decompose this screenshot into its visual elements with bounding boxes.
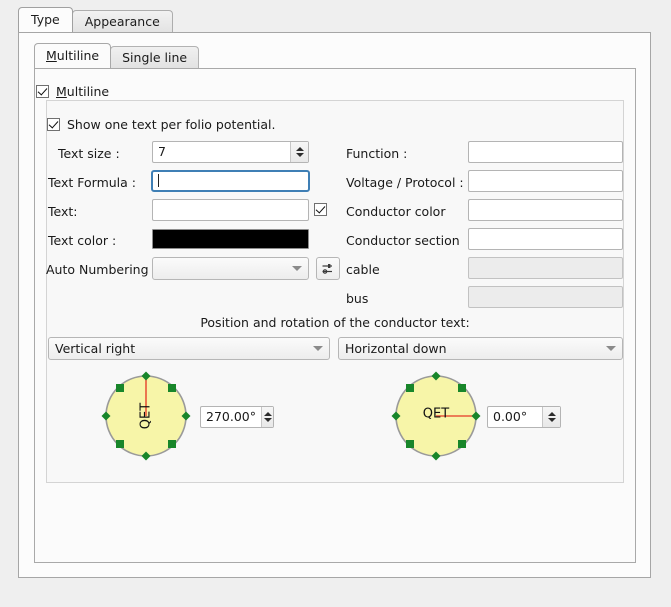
chevron-up-icon[interactable] <box>295 147 304 151</box>
position-section-title: Position and rotation of the conductor t… <box>200 315 470 330</box>
handle-se-square[interactable] <box>458 440 466 448</box>
multiline-checkbox-label: Multiline <box>56 84 110 99</box>
tab-single-line[interactable]: Single line <box>110 46 200 68</box>
conductor-section-input[interactable] <box>468 228 623 250</box>
tab-single-line-label: Single line <box>122 50 188 65</box>
right-position-value: Horizontal down <box>345 341 447 356</box>
right-rotation-preview-text: QET <box>423 407 449 422</box>
chevron-down-icon[interactable] <box>606 346 616 351</box>
handle-ne-square[interactable] <box>458 384 466 392</box>
text-label: Text: <box>48 204 78 219</box>
auto-numbering-label: Auto Numbering <box>46 262 149 277</box>
function-label: Function : <box>346 146 408 161</box>
handle-sw-square[interactable] <box>116 440 124 448</box>
text-size-spin-buttons[interactable] <box>290 142 308 162</box>
tab-multiline-mnemonic: M <box>46 48 57 63</box>
left-rotation-preview-text: QET <box>139 403 154 429</box>
left-rotation-dial[interactable]: QET <box>100 370 192 462</box>
right-rotation-preview[interactable]: QET <box>390 370 482 462</box>
folio-checkbox-row[interactable]: Show one text per folio potential. <box>47 117 276 132</box>
left-rotation-preview[interactable]: QET <box>100 370 192 462</box>
conductor-section-label: Conductor section <box>346 233 460 248</box>
handle-sw-square[interactable] <box>406 440 414 448</box>
text-color-swatch[interactable] <box>152 229 309 249</box>
right-rotation-value[interactable]: 0.00° <box>488 407 542 427</box>
tab-multiline[interactable]: Multiline <box>34 43 112 68</box>
text-color-label: Text color : <box>48 233 117 248</box>
right-rotation-spin-buttons[interactable] <box>542 407 560 427</box>
chevron-down-icon[interactable] <box>295 153 304 157</box>
tab-type-label: Type <box>31 12 60 27</box>
left-rotation-spinbox[interactable]: 270.00° <box>200 406 274 428</box>
voltage-protocol-label: Voltage / Protocol : <box>346 175 464 190</box>
outer-tab-bar: Type Appearance <box>18 7 173 32</box>
text-size-value[interactable]: 7 <box>153 142 290 162</box>
cable-label: cable <box>346 262 380 277</box>
left-position-combobox[interactable]: Vertical right <box>48 337 330 360</box>
auto-numbering-combobox[interactable] <box>152 257 309 280</box>
tab-appearance[interactable]: Appearance <box>71 10 173 32</box>
left-position-value: Vertical right <box>55 341 136 356</box>
tab-type[interactable]: Type <box>18 7 73 32</box>
chevron-down-icon[interactable] <box>313 346 323 351</box>
text-formula-label: Text Formula : <box>48 175 136 190</box>
inner-tab-bar: Multiline Single line <box>34 43 200 68</box>
text-cursor-icon <box>158 174 159 187</box>
text-enabled-checkbox[interactable] <box>314 203 327 216</box>
text-size-spinbox[interactable]: 7 <box>152 141 309 163</box>
chevron-up-icon[interactable] <box>263 412 272 416</box>
text-formula-input[interactable] <box>151 170 310 192</box>
right-rotation-spinbox[interactable]: 0.00° <box>487 406 561 428</box>
chevron-down-icon[interactable] <box>547 418 556 422</box>
chevron-down-icon[interactable] <box>292 266 302 271</box>
conductor-color-input[interactable] <box>468 199 623 221</box>
conductor-color-label: Conductor color <box>346 204 446 219</box>
tab-appearance-label: Appearance <box>84 14 160 29</box>
right-position-combobox[interactable]: Horizontal down <box>338 337 623 360</box>
handle-nw-square[interactable] <box>406 384 414 392</box>
multiline-checkbox[interactable] <box>36 85 49 98</box>
chevron-up-icon[interactable] <box>547 412 556 416</box>
handle-se-square[interactable] <box>168 440 176 448</box>
folio-checkbox[interactable] <box>47 118 60 131</box>
chevron-down-icon[interactable] <box>263 418 272 422</box>
bus-label: bus <box>346 291 369 306</box>
handle-ne-square[interactable] <box>168 384 176 392</box>
folio-checkbox-label: Show one text per folio potential. <box>67 117 276 132</box>
text-size-label: Text size : <box>58 146 120 161</box>
right-rotation-dial[interactable]: QET <box>390 370 482 462</box>
left-rotation-value[interactable]: 270.00° <box>201 407 261 427</box>
sliders-icon <box>322 263 332 274</box>
left-rotation-spin-buttons[interactable] <box>261 407 273 427</box>
voltage-protocol-input[interactable] <box>468 170 623 192</box>
multiline-checkbox-row[interactable]: Multiline <box>36 84 109 99</box>
auto-numbering-settings-button[interactable] <box>316 257 340 280</box>
cable-input <box>468 257 623 279</box>
function-input[interactable] <box>468 141 623 163</box>
conductor-properties-window: Type Appearance Multiline Single line Mu… <box>0 0 671 607</box>
bus-input <box>468 286 623 308</box>
handle-nw-square[interactable] <box>116 384 124 392</box>
tab-multiline-label: ultiline <box>56 48 100 63</box>
text-input[interactable] <box>152 199 309 221</box>
